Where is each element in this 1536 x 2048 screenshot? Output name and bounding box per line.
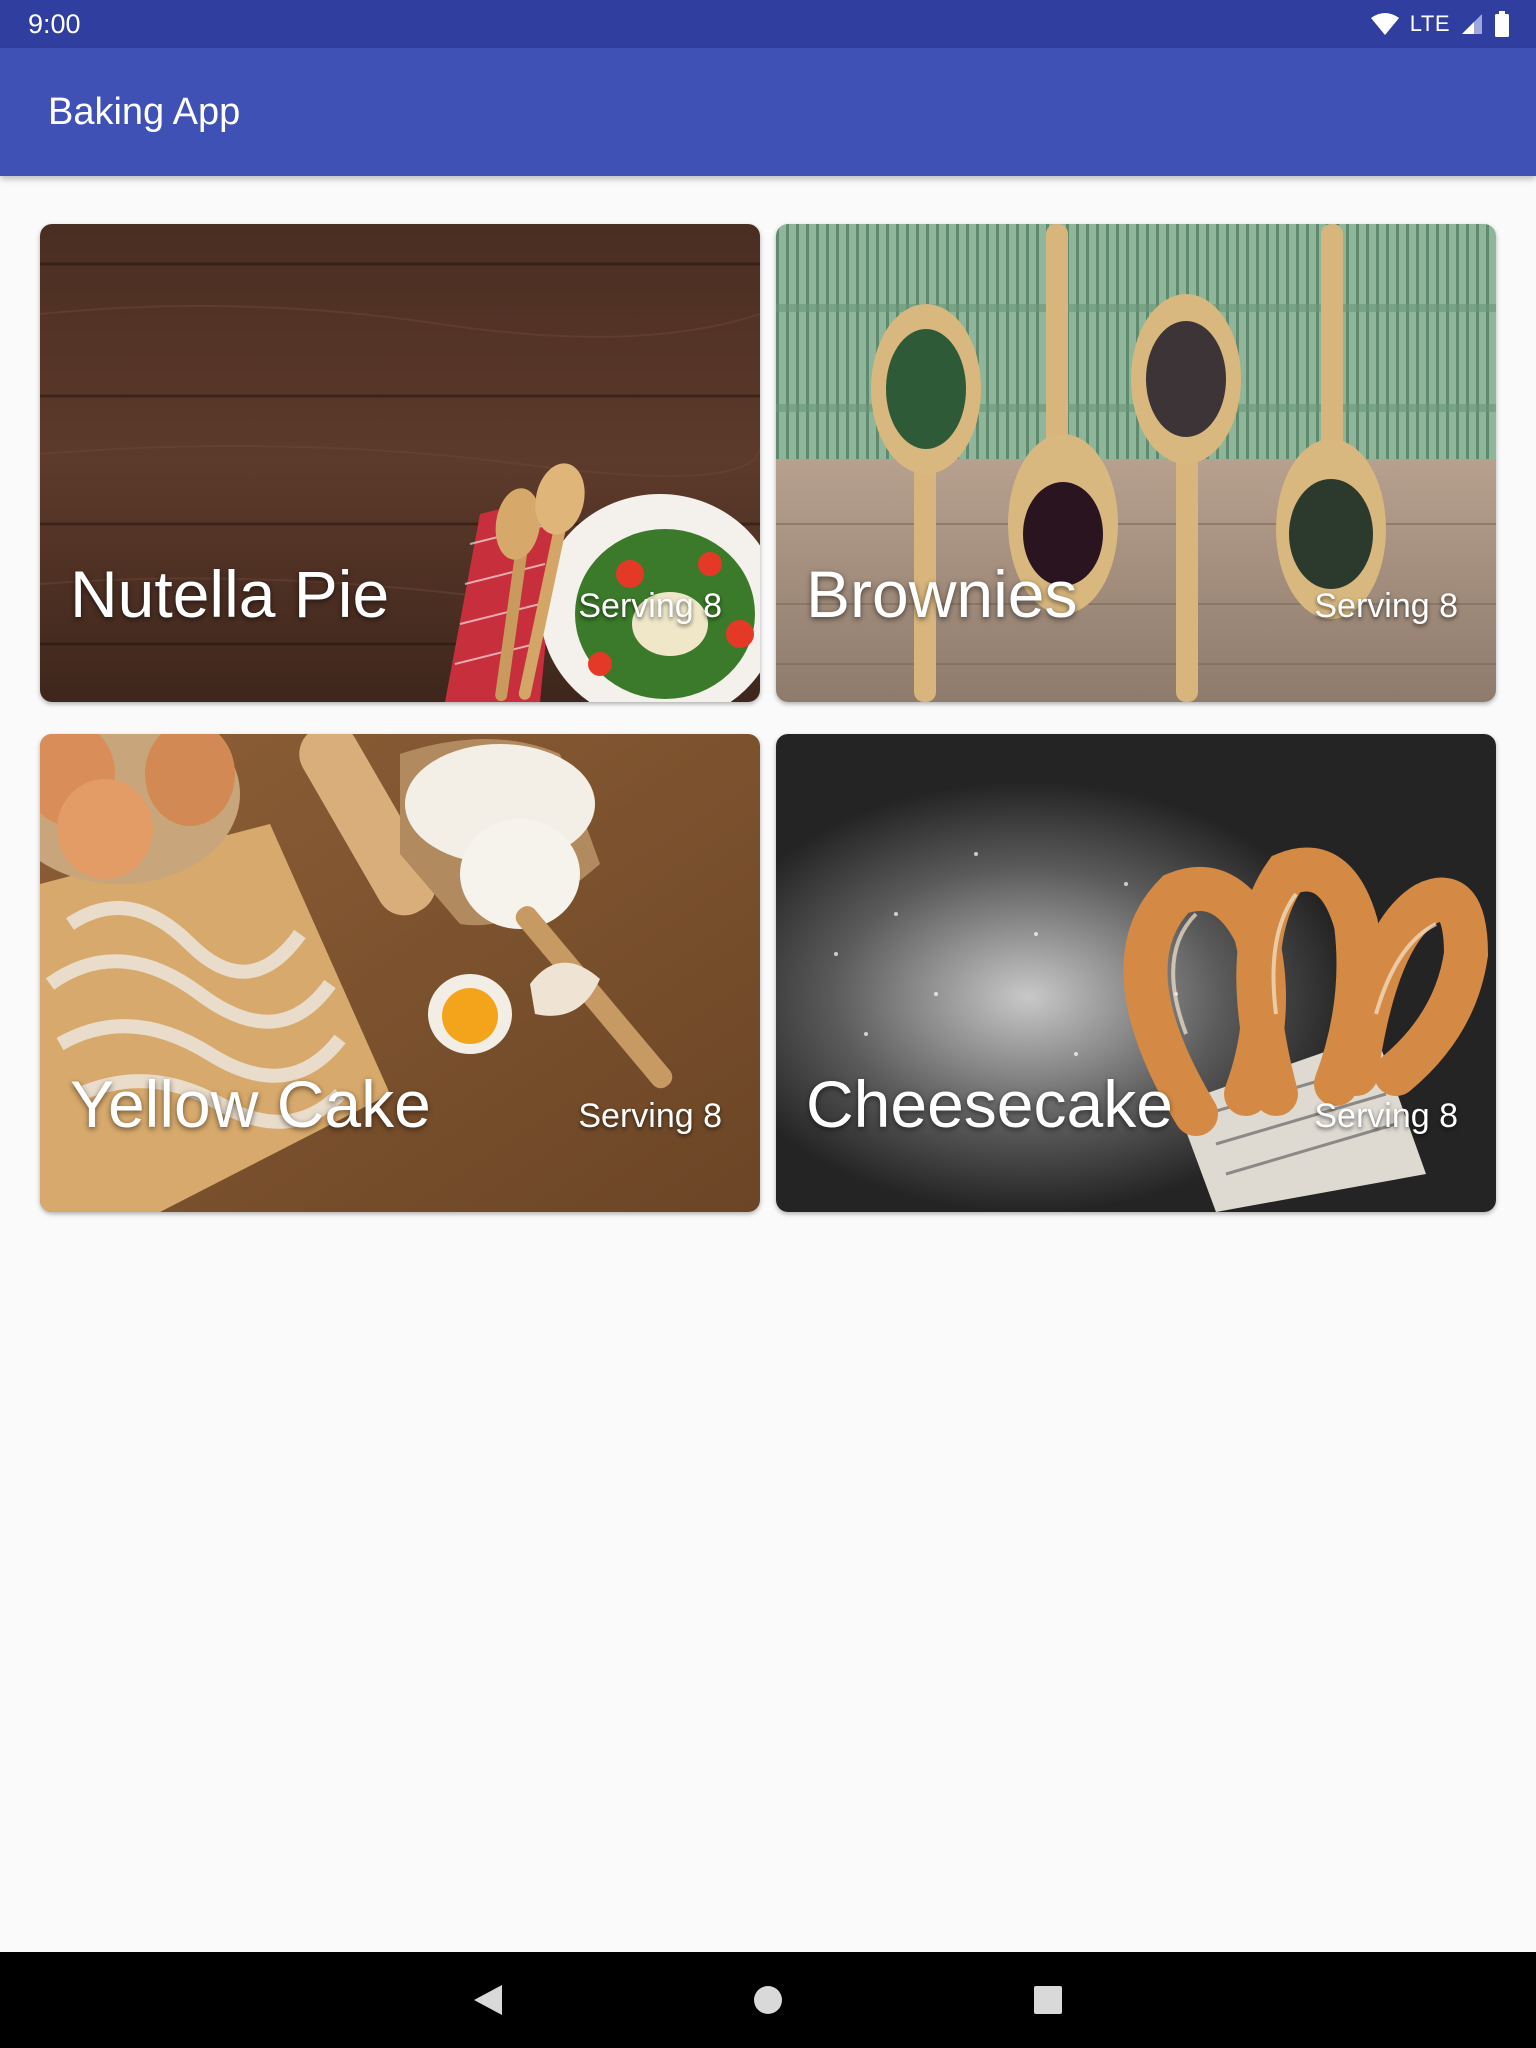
recipe-card-cheesecake[interactable]: Cheesecake Serving 8: [776, 734, 1496, 1212]
recents-icon: [1034, 1986, 1062, 2014]
recents-button[interactable]: [1018, 1970, 1078, 2030]
network-type: LTE: [1409, 11, 1450, 36]
recipe-card-nutella-pie[interactable]: Nutella Pie Serving 8: [40, 224, 760, 702]
recipe-name: Brownies: [806, 557, 1078, 631]
home-button[interactable]: [738, 1970, 798, 2030]
recipe-servings: Serving 8: [1314, 1097, 1458, 1135]
recipe-grid: Nutella Pie Serving 8 Brownies Serving 8…: [40, 224, 1496, 1212]
battery-icon: [1495, 11, 1509, 37]
status-bar: 9:00 LTE: [0, 0, 1536, 48]
recipe-card-brownies[interactable]: Brownies Serving 8: [776, 224, 1496, 702]
recipe-servings: Serving 8: [578, 587, 722, 625]
status-icons: LTE: [1370, 11, 1510, 37]
status-time: 9:00: [28, 8, 81, 39]
system-nav-bar: [0, 1952, 1536, 2048]
cell-signal-icon: [1462, 14, 1482, 34]
recipe-name: Cheesecake: [806, 1067, 1173, 1141]
recipe-name: Yellow Cake: [70, 1067, 431, 1141]
app-bar: Baking App: [0, 48, 1536, 176]
back-icon: [474, 1985, 502, 2015]
recipe-name: Nutella Pie: [70, 557, 390, 631]
app-title: Baking App: [48, 90, 241, 133]
wifi-icon: [1370, 13, 1399, 35]
recipe-servings: Serving 8: [578, 1097, 722, 1135]
back-button[interactable]: [458, 1970, 518, 2030]
home-icon: [754, 1986, 782, 2014]
recipe-servings: Serving 8: [1314, 587, 1458, 625]
recipe-card-yellow-cake[interactable]: Yellow Cake Serving 8: [40, 734, 760, 1212]
